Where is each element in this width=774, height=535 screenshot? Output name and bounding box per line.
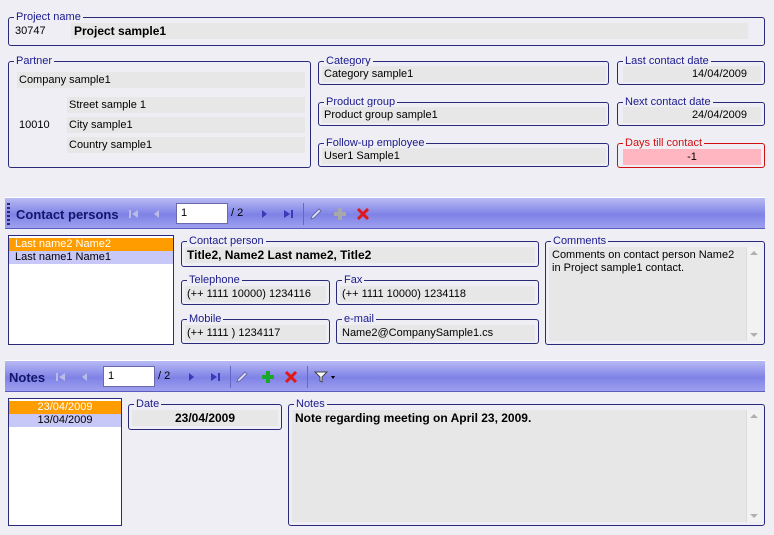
telephone-legend: Telephone — [187, 274, 242, 286]
scroll-down-icon[interactable] — [750, 333, 758, 337]
note-date-legend: Date — [134, 398, 162, 410]
project-name-field[interactable]: Project sample1 — [71, 23, 748, 39]
notes-toolbar: Notes 1 / 2 — [5, 360, 765, 392]
fax-group: Fax (++ 1111 10000) 1234118 — [336, 274, 539, 305]
list-item[interactable]: 23/04/2009 — [9, 401, 121, 414]
contact-person-legend: Contact person — [187, 235, 266, 247]
partner-country-field[interactable]: Country sample1 — [67, 137, 305, 153]
days-till-group: Days till contact -1 — [617, 137, 765, 168]
first-icon[interactable] — [53, 369, 69, 385]
fax-legend: Fax — [342, 274, 365, 286]
days-till-legend: Days till contact — [623, 137, 705, 149]
note-text: Note regarding meeting on April 23, 2009… — [295, 411, 532, 425]
partner-zip: 10010 — [19, 119, 50, 131]
telephone-group: Telephone (++ 1111 10000) 1234116 — [181, 274, 330, 305]
toolbar-separator — [230, 366, 231, 388]
project-legend: Project name — [14, 11, 83, 23]
scroll-down-icon[interactable] — [750, 514, 758, 518]
comments-scrollbar[interactable] — [746, 247, 761, 341]
edit-icon[interactable] — [308, 206, 324, 222]
toolbar-separator — [307, 366, 308, 388]
contact-person-field[interactable]: Title2, Name2 Last name2, Title2 — [185, 247, 535, 263]
scroll-up-icon[interactable] — [750, 251, 758, 255]
followup-group: Follow-up employee User1 Sample1 — [318, 137, 609, 167]
email-group: e-mail Name2@CompanySample1.cs — [336, 313, 539, 344]
note-text-group: Notes Note regarding meeting on April 23… — [288, 398, 765, 526]
last-contact-group: Last contact date 14/04/2009 — [617, 55, 765, 85]
note-textarea[interactable]: Note regarding meeting on April 23, 2009… — [292, 410, 761, 522]
mobile-legend: Mobile — [187, 313, 224, 325]
product-group-group: Product group Product group sample1 — [318, 96, 609, 126]
contact-persons-title: Contact persons — [16, 207, 119, 222]
next-icon[interactable] — [256, 206, 272, 222]
last-icon[interactable] — [207, 369, 223, 385]
comments-textarea[interactable]: Comments on contact person Name2 in Proj… — [549, 247, 761, 341]
last-contact-field[interactable]: 14/04/2009 — [623, 66, 761, 82]
next-contact-field[interactable]: 24/04/2009 — [623, 107, 761, 123]
comments-text: Comments on contact person Name2 in Proj… — [552, 249, 735, 274]
list-item[interactable]: Last name1 Name1 — [9, 251, 173, 264]
category-group: Category Category sample1 — [318, 55, 609, 85]
fax-field[interactable]: (++ 1111 10000) 1234118 — [340, 286, 535, 302]
category-field[interactable]: Category sample1 — [322, 66, 606, 82]
next-contact-group: Next contact date 24/04/2009 — [617, 96, 765, 126]
edit-icon[interactable] — [234, 369, 250, 385]
contacts-list[interactable]: Last name2 Name2 Last name1 Name1 — [8, 235, 174, 345]
note-text-legend: Notes — [294, 398, 327, 410]
contact-person-group: Contact person Title2, Name2 Last name2,… — [181, 235, 539, 267]
mobile-field[interactable]: (++ 1111 ) 1234117 — [185, 325, 326, 341]
notes-page-input[interactable]: 1 — [103, 366, 155, 387]
email-legend: e-mail — [342, 313, 376, 325]
prev-icon[interactable] — [149, 206, 165, 222]
comments-legend: Comments — [551, 235, 609, 247]
partner-legend: Partner — [14, 55, 55, 67]
notes-page-count: / 2 — [158, 370, 171, 382]
partner-city-field[interactable]: City sample1 — [67, 117, 305, 133]
list-item[interactable]: Last name2 Name2 — [9, 238, 173, 251]
note-date-group: Date 23/04/2009 — [128, 398, 282, 430]
delete-icon[interactable] — [283, 369, 299, 385]
last-icon[interactable] — [280, 206, 296, 222]
partner-group: Partner Company sample1 Street sample 1 … — [8, 55, 311, 168]
project-group: Project name 30747 Project sample1 — [8, 11, 765, 46]
days-till-field: -1 — [623, 149, 761, 165]
prev-icon[interactable] — [77, 369, 93, 385]
email-field[interactable]: Name2@CompanySample1.cs — [340, 325, 535, 341]
first-icon[interactable] — [126, 206, 142, 222]
telephone-field[interactable]: (++ 1111 10000) 1234116 — [185, 286, 326, 302]
comments-group: Comments Comments on contact person Name… — [545, 235, 765, 345]
notes-title: Notes — [9, 370, 46, 385]
note-scrollbar[interactable] — [746, 410, 761, 522]
scroll-up-icon[interactable] — [750, 414, 758, 418]
toolbar-separator — [303, 203, 304, 225]
project-id: 30747 — [15, 25, 46, 37]
filter-icon[interactable] — [313, 369, 337, 385]
partner-street-field[interactable]: Street sample 1 — [67, 97, 305, 113]
partner-company-field[interactable]: Company sample1 — [17, 72, 305, 88]
followup-field[interactable]: User1 Sample1 — [322, 148, 606, 164]
notes-list[interactable]: 23/04/2009 13/04/2009 — [8, 398, 122, 526]
note-date-field[interactable]: 23/04/2009 — [132, 410, 278, 426]
list-item[interactable]: 13/04/2009 — [9, 414, 121, 427]
add-icon[interactable] — [332, 206, 348, 222]
product-group-field[interactable]: Product group sample1 — [322, 107, 606, 123]
delete-icon[interactable] — [355, 206, 371, 222]
next-icon[interactable] — [183, 369, 199, 385]
toolbar-grip[interactable] — [7, 203, 10, 225]
mobile-group: Mobile (++ 1111 ) 1234117 — [181, 313, 330, 344]
contact-page-input[interactable]: 1 — [176, 203, 228, 224]
contact-persons-toolbar: Contact persons 1 / 2 — [5, 197, 765, 229]
contact-page-count: / 2 — [231, 207, 244, 219]
add-icon[interactable] — [260, 369, 276, 385]
